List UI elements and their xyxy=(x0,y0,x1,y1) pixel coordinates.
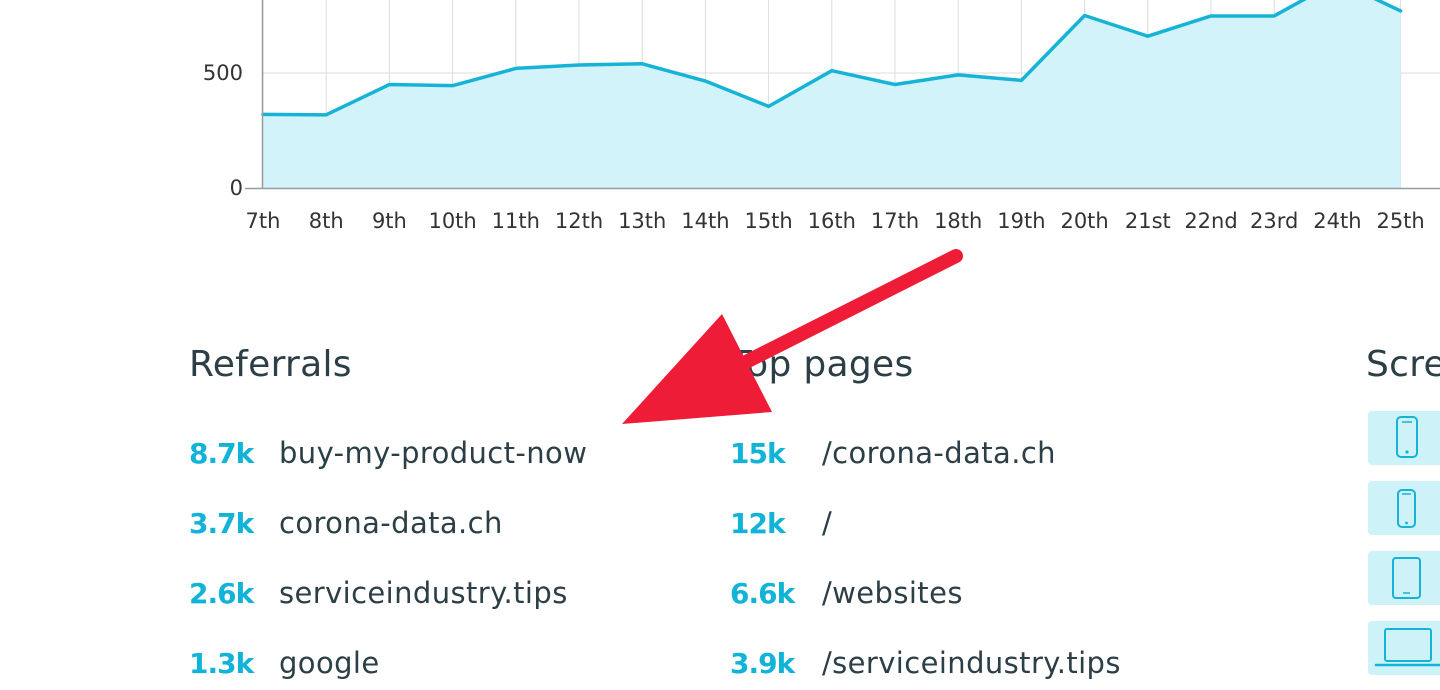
tablet-icon xyxy=(1392,557,1421,599)
chart-x-tick-label: 20th xyxy=(1060,209,1108,233)
chart-x-tick-label: 11th xyxy=(492,209,540,233)
referral-name: buy-my-product-now xyxy=(279,436,588,470)
chart-x-tick-label: 16th xyxy=(808,209,856,233)
top-page-count: 6.6k xyxy=(730,576,795,610)
chart-x-tick-label: 19th xyxy=(997,209,1045,233)
small-phone-icon xyxy=(1397,489,1416,528)
top-page-row[interactable]: 12k / xyxy=(730,488,1121,558)
chart-x-tick-label: 14th xyxy=(681,209,729,233)
referral-name: serviceindustry.tips xyxy=(279,576,568,610)
top-page-path: /websites xyxy=(822,576,963,610)
analytics-dashboard: 0 500 7th 8th 9th 10th 11th 12th 13th 14th 15th 16t… xyxy=(0,0,1440,690)
chart-y-tick-label: 0 xyxy=(230,176,243,200)
chart-x-tick-label: 15th xyxy=(744,209,792,233)
referral-row[interactable]: 3.7k corona-data.ch xyxy=(189,488,587,558)
top-pages-list: 15k/corona-data.ch 12k / 6.6k/websites 3.… xyxy=(730,418,1121,690)
top-pages-title: Top pages xyxy=(730,344,914,385)
referrals-list: 8.7k buy-my-product-now 3.7k corona-data.c… xyxy=(189,418,587,690)
top-page-count: 12k xyxy=(730,506,786,540)
chart-x-tick-label: 22nd xyxy=(1184,209,1237,233)
screen-phone-tile[interactable] xyxy=(1368,411,1440,465)
referral-name: google xyxy=(279,646,380,680)
chart-x-tick-label: 10th xyxy=(428,209,476,233)
referral-count: 8.7k xyxy=(189,436,254,470)
chart-x-tick-label: 17th xyxy=(871,209,919,233)
top-page-path: /serviceindustry.tips xyxy=(822,646,1121,680)
referral-count: 1.3k xyxy=(189,646,254,680)
chart-x-tick-label: 9th xyxy=(372,209,407,233)
referral-count: 2.6k xyxy=(189,576,254,610)
top-page-count: 15k xyxy=(730,436,786,470)
referrals-title: Referrals xyxy=(189,344,352,385)
referral-row[interactable]: 1.3k google xyxy=(189,628,587,690)
chart-x-tick-label: 23rd xyxy=(1250,209,1298,233)
chart-x-tick-label: 12th xyxy=(555,209,603,233)
top-page-row[interactable]: 15k/corona-data.ch xyxy=(730,418,1121,488)
chart-y-tick-label: 500 xyxy=(203,61,243,85)
screens-title: Screens xyxy=(1366,344,1440,385)
top-page-path: /corona-data.ch xyxy=(822,436,1056,470)
screen-small-phone-tile[interactable] xyxy=(1368,481,1440,535)
top-page-path: / xyxy=(822,506,833,540)
top-page-row[interactable]: 3.9k/serviceindustry.tips xyxy=(730,628,1121,690)
laptop-icon xyxy=(1374,628,1440,667)
referral-row[interactable]: 8.7k buy-my-product-now xyxy=(189,418,587,488)
screen-laptop-tile[interactable] xyxy=(1368,621,1440,675)
chart-x-tick-label: 7th xyxy=(246,209,281,233)
top-page-count: 3.9k xyxy=(730,646,795,680)
referral-row[interactable]: 2.6k serviceindustry.tips xyxy=(189,558,587,628)
chart-x-tick-label: 18th xyxy=(934,209,982,233)
visits-chart: 0 500 7th 8th 9th 10th 11th 12th 13th 14th 15th 16t… xyxy=(203,0,1440,233)
chart-x-tick-label: 21st xyxy=(1125,209,1171,233)
chart-x-tick-label: 13th xyxy=(618,209,666,233)
chart-x-tick-label: 8th xyxy=(309,209,344,233)
chart-x-tick-label: 24th xyxy=(1313,209,1361,233)
referral-name: corona-data.ch xyxy=(279,506,503,540)
phone-icon xyxy=(1396,416,1418,458)
referral-count: 3.7k xyxy=(189,506,254,540)
top-page-row[interactable]: 6.6k/websites xyxy=(730,558,1121,628)
screen-tablet-tile[interactable] xyxy=(1368,551,1440,605)
chart-x-tick-label: 25th xyxy=(1376,209,1424,233)
